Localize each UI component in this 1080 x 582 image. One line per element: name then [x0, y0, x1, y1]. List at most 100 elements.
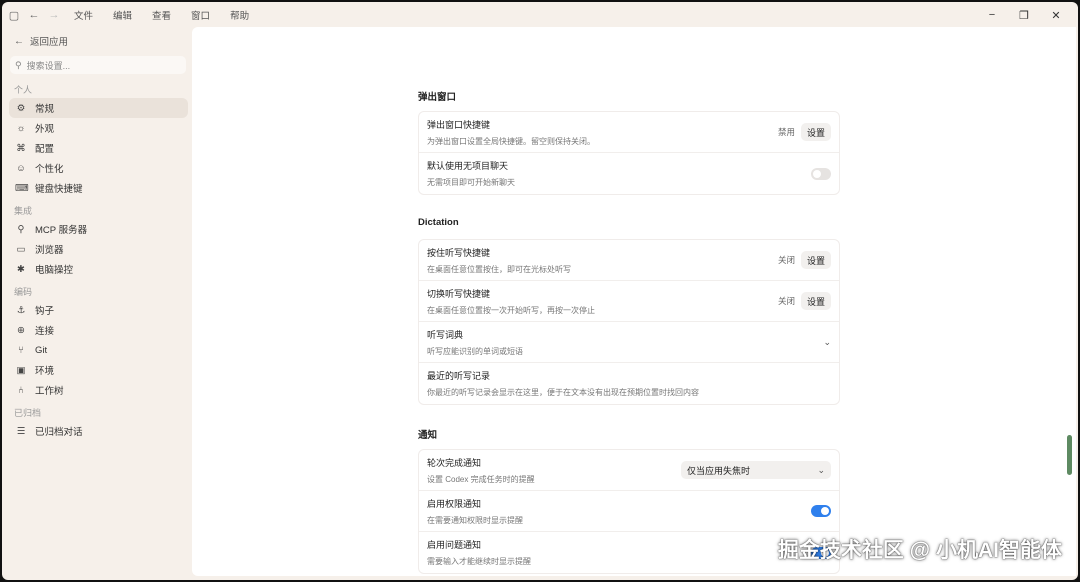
sidebar-item-label: 环境 — [35, 366, 55, 377]
sidebar-section-label: 编码 — [14, 287, 33, 297]
toggle-knob — [821, 507, 829, 515]
setting-row[interactable]: 听写词典听写应能识别的单词或短语 ⌄ — [419, 322, 839, 363]
set-shortcut-button[interactable]: 设置 — [800, 251, 831, 269]
sidebar-item-label: 浏览器 — [35, 245, 64, 256]
scrollbar[interactable] — [1067, 435, 1072, 475]
setting-row: 切换听写快捷键 在桌面任意位置按一次开始听写，再按一次停止 关闭 设置 — [419, 281, 839, 322]
sidebar-item-label: 连接 — [35, 326, 55, 337]
notification-select[interactable]: 仅当应用失焦时 ⌄ — [681, 461, 831, 479]
sidebar-item[interactable]: ⚓ 钩子 — [9, 300, 188, 320]
set-shortcut-button[interactable]: 设置 — [800, 123, 831, 141]
group-title: 弹出窗口 — [418, 92, 457, 103]
sidebar-item-label: 配置 — [35, 144, 55, 155]
setting-description: 在桌面任意位置按一次开始听写，再按一次停止 — [427, 306, 595, 315]
gear-icon: ⚙ — [16, 102, 26, 114]
setting-description: 需要输入才能继续时显示提醒 — [427, 557, 531, 566]
settings-content: 弹出窗口 弹出窗口快捷键 为弹出窗口设置全局快捷键。留空则保持关闭。 禁用 设置 默认使用… — [192, 27, 1076, 576]
search-placeholder: 搜索设置... — [26, 60, 71, 71]
settings-group: 通知 轮次完成通知 设置 Codex 完成任务时的提醒 仅当应用失焦时 ⌄ 启用权限通知在… — [418, 427, 840, 574]
setting-control — [811, 153, 831, 194]
menu-edit[interactable]: 编辑 — [113, 8, 132, 22]
sidebar-section-label: 集成 — [14, 206, 33, 216]
sidebar-item[interactable]: ⑂ Git — [9, 340, 188, 360]
sidebar-item[interactable]: ▣ 环境 — [9, 360, 188, 380]
restore-icon[interactable]: ❐ — [1008, 9, 1040, 22]
setting-description: 在桌面任意位置按住，即可在光标处听写 — [427, 265, 571, 274]
setting-description: 你最近的听写记录会显示在这里，便于在文本没有出现在预期位置时找回内容 — [427, 388, 699, 397]
sidebar-item[interactable]: ✱ 电脑操控 — [9, 259, 188, 279]
sidebar-item[interactable]: ⊕ 连接 — [9, 320, 188, 340]
sidebar-item[interactable]: ▭ 浏览器 — [9, 239, 188, 259]
status-text: 禁用 — [777, 127, 795, 137]
menu-window[interactable]: 窗口 — [191, 8, 210, 22]
sidebar-item-label: 常规 — [35, 104, 55, 115]
sidebar-item[interactable]: ⑃ 工作树 — [9, 380, 188, 400]
sidebar-item[interactable]: ⚲ MCP 服务器 — [9, 219, 188, 239]
sidebar-item[interactable]: ☺ 个性化 — [9, 158, 188, 178]
setting-row: 按住听写快捷键在桌面任意位置按住，即可在光标处听写 关闭 设置 — [419, 240, 839, 281]
sidebar-item[interactable]: ⚙ 常规 — [9, 98, 188, 118]
search-input[interactable]: ⚲ 搜索设置... — [10, 56, 186, 74]
watermark: 掘金技术社区 @ 小机AI智能体 — [777, 539, 1062, 562]
setting-control: 禁用 设置 — [778, 112, 831, 152]
setting-title: 听写词典 — [427, 330, 464, 340]
sidebar-item-label: 电脑操控 — [35, 265, 74, 276]
settings-card: 按住听写快捷键 在桌面任意位置按住，即可在光标处听写 关闭 设置 切换听写快捷键 在桌面任… — [418, 239, 840, 405]
arrow-left-icon: ← — [14, 35, 24, 47]
setting-control: ⌄ — [823, 322, 831, 362]
git-icon: ⑂ — [18, 344, 24, 356]
sidebar-item[interactable]: ☰ 已归档对话 — [9, 421, 188, 441]
setting-title: 最近的听写记录 — [427, 371, 491, 381]
forward-arrow-icon[interactable]: → — [44, 9, 64, 21]
menu-file[interactable]: 文件 — [74, 8, 93, 22]
sidebar-item-label: 个性化 — [35, 164, 64, 175]
select-value: 仅当应用失焦时 — [687, 465, 751, 476]
chevron-down-icon: ⌄ — [817, 464, 825, 475]
back-arrow-icon[interactable]: ← — [24, 9, 44, 21]
setting-row: 最近的听写记录你最近的听写记录会显示在这里，便于在文本没有出现在预期位置时找回内… — [419, 363, 839, 404]
browser-icon: ▭ — [16, 243, 26, 255]
sidebar: ← 返回应用 ⚲ 搜索设置... 个人 ⚙ 常规 ☼ 外观 ⌘ 配置 ☺ 个性化 ⌨ 键盘快捷键 集成… — [2, 28, 192, 580]
status-text: 关闭 — [777, 255, 795, 265]
sidebar-item[interactable]: ⌨ 键盘快捷键 — [9, 178, 188, 198]
chevron-down-icon[interactable]: ⌄ — [823, 337, 831, 348]
sidebar-item-label: 钩子 — [35, 306, 55, 317]
sidebar-item-label: MCP 服务器 — [35, 225, 88, 236]
setting-title: 默认使用无项目聊天 — [427, 161, 509, 171]
status-text: 关闭 — [777, 296, 795, 306]
app-window: ▢ ← → 文件 编辑 查看 窗口 帮助 − ❐ ✕ ← 返回应用 ⚲ 搜索设置… — [2, 2, 1078, 580]
setting-description: 在需要通知权限时显示提醒 — [427, 516, 523, 525]
settings-panel: 弹出窗口 弹出窗口快捷键 为弹出窗口设置全局快捷键。留空则保持关闭。 禁用 设置 默认使用… — [418, 89, 840, 574]
setting-control — [811, 491, 831, 531]
sidebar-toggle-icon[interactable]: ▢ — [4, 9, 24, 22]
keyboard-icon: ⌨ — [15, 182, 29, 194]
setting-title: 弹出窗口快捷键 — [427, 120, 491, 130]
setting-title: 按住听写快捷键 — [427, 248, 491, 258]
toggle-switch[interactable] — [811, 167, 831, 180]
menu-help[interactable]: 帮助 — [230, 8, 249, 22]
sidebar-item[interactable]: ⌘ 配置 — [9, 138, 188, 158]
plug-icon: ⚲ — [17, 223, 25, 235]
toggle-knob — [813, 169, 821, 178]
settings-group: 弹出窗口 弹出窗口快捷键 为弹出窗口设置全局快捷键。留空则保持关闭。 禁用 设置 默认使用… — [418, 89, 840, 195]
setting-row: 轮次完成通知 设置 Codex 完成任务时的提醒 仅当应用失焦时 ⌄ — [419, 450, 839, 491]
menu-bar: 文件 编辑 查看 窗口 帮助 — [74, 8, 269, 22]
toggle-switch[interactable] — [811, 505, 831, 517]
setting-row: 默认使用无项目聊天 无需项目即可开始新聊天 — [419, 153, 839, 194]
sidebar-item-label: 外观 — [35, 124, 55, 135]
group-title: Dictation — [418, 217, 459, 228]
close-icon[interactable]: ✕ — [1040, 9, 1072, 22]
search-icon: ⚲ — [15, 59, 22, 70]
menu-view[interactable]: 查看 — [152, 8, 171, 22]
minimize-icon[interactable]: − — [976, 9, 1008, 21]
back-to-app-link[interactable]: ← 返回应用 — [2, 28, 192, 54]
sidebar-item-label: 已归档对话 — [35, 427, 83, 438]
set-shortcut-button[interactable]: 设置 — [800, 292, 831, 310]
group-title: 通知 — [418, 430, 438, 441]
setting-description: 听写应能识别的单词或短语 — [427, 347, 523, 356]
sidebar-item[interactable]: ☼ 外观 — [9, 118, 188, 138]
settings-nav: 个人 ⚙ 常规 ☼ 外观 ⌘ 配置 ☺ 个性化 ⌨ 键盘快捷键 集成 ⚲ MCP 服务器 ▭ 浏览器 ✱ 电脑操控… — [2, 82, 192, 441]
config-icon: ⌘ — [16, 142, 26, 154]
sidebar-item-label: 键盘快捷键 — [35, 184, 83, 195]
window-controls: − ❐ ✕ — [976, 2, 1072, 28]
